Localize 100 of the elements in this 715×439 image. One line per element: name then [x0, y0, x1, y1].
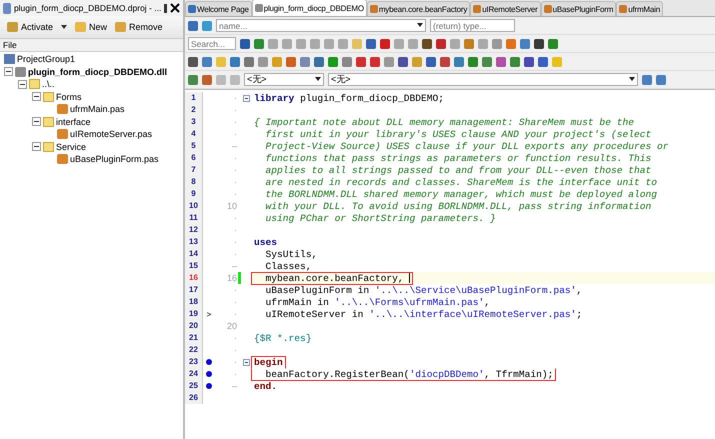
gutter-mark: · — [234, 165, 237, 175]
scope-combo[interactable]: <无> — [244, 73, 324, 86]
line-number: 25 — [185, 380, 203, 392]
editor-tab[interactable]: uBasePluginForm — [540, 1, 616, 16]
gutter-mark: · — [234, 129, 237, 139]
gutter-mark: · — [234, 93, 237, 103]
line-number: 13 — [185, 236, 203, 248]
code-line: {$R *.res} — [253, 332, 313, 344]
collapse-icon[interactable] — [32, 142, 41, 152]
gutter-mark: · — [234, 309, 237, 319]
folder-icon — [43, 142, 54, 152]
dropdown-arrow-icon[interactable] — [315, 77, 321, 81]
code-line: SysUtils, — [264, 248, 318, 260]
unit-file-icon — [57, 104, 68, 114]
project-group-icon — [4, 54, 15, 64]
gutter-mark: – — [232, 261, 237, 271]
code-line: uIRemoteServer in '..\..\interface\uIRemoteServer.pas'; — [264, 308, 584, 320]
project-icon — [3, 2, 11, 14]
tree-item[interactable]: Service — [56, 142, 86, 152]
line-number: 1 — [185, 92, 203, 104]
line-number: 19 — [185, 308, 203, 320]
code-line: uBasePluginForm in '..\..\Service\uBasePluginForm.pas', — [264, 284, 584, 296]
editor-tab[interactable]: Welcome Page — [185, 1, 252, 16]
close-icon[interactable] — [170, 3, 180, 13]
code-line: first unit in your library's USES clause AND your project's (select — [264, 128, 652, 140]
dropdown-arrow-icon[interactable] — [417, 23, 423, 27]
collapse-icon[interactable] — [32, 117, 41, 126]
folder-icon — [43, 116, 54, 127]
line-number: 23 — [185, 356, 203, 368]
gutter-mark: · — [234, 249, 237, 259]
panel-title: plugin_form_diocp_DBDEMO.dproj - ... — [14, 3, 162, 13]
code-line: Project-View Source) USES clause if your DLL exports any procedures or — [264, 140, 670, 152]
highlighted-code-line: beanFactory.RegisterBean('diocpDBDemo', TfrmMain); — [251, 368, 556, 380]
search-field[interactable]: Search... — [188, 37, 236, 50]
line-number: 5 — [185, 140, 203, 152]
gutter-mark: – — [232, 141, 237, 151]
line-number: 7 — [185, 164, 203, 176]
line-number: 26 — [185, 392, 203, 404]
tree-item[interactable]: Forms — [56, 92, 82, 102]
line-number: 11 — [185, 212, 203, 224]
line-number: 14 — [185, 248, 203, 260]
editor-tab[interactable]: mybean.core.beanFactory — [366, 1, 470, 16]
toolbar-button[interactable]: New — [72, 20, 110, 34]
line-number: 22 — [185, 344, 203, 356]
highlighted-code-line: begin — [251, 356, 286, 368]
toolbar-button[interactable]: Activate — [4, 20, 56, 34]
folder-icon — [29, 79, 40, 90]
collapse-icon[interactable] — [4, 67, 13, 76]
line-number: 3 — [185, 116, 203, 128]
editor-tab[interactable]: uIRemoteServer — [470, 1, 541, 16]
gutter-mark: · — [234, 237, 237, 247]
gutter-mark: 10 — [226, 201, 237, 211]
gutter-mark: 20 — [226, 321, 237, 331]
line-number: 18 — [185, 296, 203, 308]
gutter-mark: · — [234, 297, 237, 307]
line-number: 6 — [185, 152, 203, 164]
tree-item[interactable]: uBasePluginForm.pas — [70, 154, 159, 164]
toolbar-button[interactable]: Remove — [112, 20, 166, 34]
line-number: 8 — [185, 176, 203, 188]
line-number: 9 — [185, 188, 203, 200]
code-editor[interactable] — [185, 89, 715, 439]
breakpoint-icon[interactable] — [206, 383, 212, 389]
fold-icon[interactable] — [243, 358, 250, 366]
tree-item[interactable]: ..\.. — [42, 79, 55, 90]
gutter-mark: · — [234, 189, 237, 199]
library-icon — [15, 66, 26, 77]
tree-item[interactable]: interface — [56, 116, 91, 127]
type-combo[interactable]: (return) type... — [430, 19, 515, 32]
collapse-icon[interactable] — [18, 80, 27, 89]
code-line: library plugin_form_diocp_DBDEMO; — [253, 92, 445, 104]
dropdown-arrow-icon[interactable] — [61, 25, 68, 29]
code-line: Classes, — [264, 260, 313, 272]
gutter-mark: – — [232, 381, 237, 391]
line-number: 2 — [185, 104, 203, 116]
folder-icon — [43, 92, 54, 102]
editor-tab[interactable]: ufrmMain — [616, 1, 663, 16]
code-line: { Important note about DLL memory management: ShareMem must be the — [253, 116, 635, 128]
code-line: applies to all strings passed to and from your DLL--even those that — [264, 164, 652, 176]
name-combo[interactable]: name... — [216, 19, 426, 32]
gutter-mark: · — [234, 357, 237, 367]
collapse-icon[interactable] — [32, 92, 41, 102]
dropdown-arrow-icon[interactable] — [629, 77, 635, 81]
gutter-mark: · — [234, 213, 237, 223]
tree-item[interactable]: ufrmMain.pas — [70, 104, 125, 114]
unit-file-icon — [57, 129, 68, 140]
tree-item[interactable]: plugin_form_diocp_DBDEMO.dll — [28, 66, 168, 77]
code-line: using PChar or ShortString parameters. } — [264, 212, 497, 224]
fold-icon[interactable] — [243, 94, 250, 102]
editor-tab[interactable]: plugin_form_diocp_DBDEMO — [252, 0, 367, 16]
tree-item[interactable]: ProjectGroup1 — [17, 54, 76, 64]
tree-item[interactable]: uIRemoteServer.pas — [70, 129, 152, 140]
breakpoint-icon[interactable] — [206, 359, 212, 365]
gutter-mark: · — [234, 117, 237, 127]
gutter-mark: · — [234, 285, 237, 295]
line-number: 16 — [185, 272, 203, 284]
gutter-mark: · — [234, 225, 237, 235]
gutter-mark: · — [234, 177, 237, 187]
breakpoint-icon[interactable] — [206, 371, 212, 377]
code-line: ufrmMain in '..\..\Forms\ufrmMain.pas', — [264, 296, 492, 308]
scope-combo[interactable]: <无> — [328, 73, 638, 86]
